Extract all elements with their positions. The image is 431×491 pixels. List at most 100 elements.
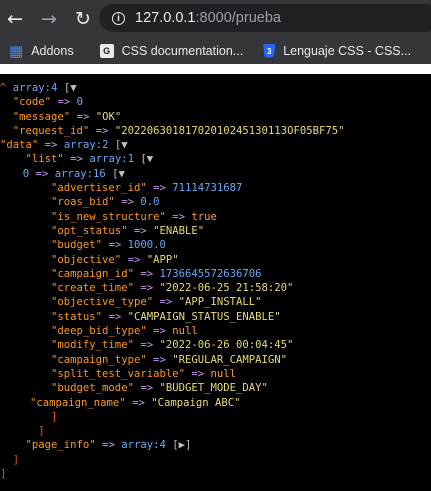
dump-row: "create_time" => "2022-06-25 21:58:20" [0,281,431,295]
type-page-info: array:4 [121,439,166,452]
arrow: => [108,310,122,323]
dump-row: ] [0,424,431,438]
arrow: => [159,296,173,309]
field-key: "objective_type" [51,296,154,309]
field-value: "APP_INSTALL" [178,296,262,309]
arrow: => [140,267,154,280]
bookmark-lenguaje-css[interactable]: 3 Lenguaje CSS - CSS... [263,44,411,58]
data-collapse-toggle[interactable]: [▼ [115,139,128,151]
field-value: "CAMPAIGN_STATUS_ENABLE" [127,310,281,323]
key-message: "message" [12,110,71,123]
page-info-expand-toggle[interactable]: [▶] [172,439,191,451]
field-key: "status" [51,310,103,323]
arrow: => [153,182,166,195]
dump-row: "campaign_id" => 1736645572636706 [0,267,431,281]
field-value: "APP" [146,253,179,266]
var-dump-output: ^ array:4 [▼ "code" => 0 "message" => "O… [0,74,431,491]
dump-row: "message" => "OK" [0,110,431,124]
browser-toolbar: ← → ↻ i 127.0.0.1:8000/prueba [0,0,431,38]
arrow: => [57,96,71,109]
field-value: null [172,325,198,338]
arrow: => [76,110,90,123]
dump-row: "advertiser_id" => 71114731687 [0,181,431,195]
field-value: "Campaign ABC" [151,396,241,409]
field-key: "create_time" [51,282,134,295]
dump-row: ] [0,410,431,424]
arrow: => [140,339,154,352]
key-index: 0 [22,167,30,180]
type-list: array:1 [89,153,134,166]
field-key: "deep_bid_type" [51,325,147,338]
dump-row: "page_info" => array:4 [▶] [0,438,431,452]
arrow: => [102,439,115,452]
back-arrow-icon[interactable]: ← [4,8,26,30]
key-list: "list" [25,153,64,166]
field-value: 71114731687 [172,182,243,195]
field-value: "BUDGET_MODE_DAY" [159,382,268,395]
dump-row: "request_id" => "20220630181702010245130… [0,124,431,138]
bookmark-css-documentation[interactable]: G CSS documentation... [99,44,244,58]
dump-row: "code" => 0 [0,95,431,109]
value-code: 0 [76,96,83,109]
field-value: true [191,210,217,223]
field-key: "campaign_id" [51,267,134,280]
arrow: => [35,167,49,180]
arrow: => [132,396,145,409]
root-collapse-toggle[interactable]: [▼ [64,82,77,94]
reload-icon[interactable]: ↻ [72,8,94,30]
bookmark-label: CSS documentation... [121,44,244,58]
arrow: => [121,196,134,209]
type-item: array:16 [54,167,106,180]
dump-row: "campaign_name" => "Campaign ABC" [0,396,431,410]
field-value: "2022-06-26 00:04:45" [159,339,294,352]
url-text[interactable]: 127.0.0.1:8000/prueba [135,10,281,26]
key-request-id: "request_id" [12,124,90,137]
field-value: "2022-06-25 21:58:20" [159,282,294,295]
css-favicon: G [99,44,114,58]
dump-row: "objective" => "APP" [0,253,431,267]
address-bar[interactable]: i 127.0.0.1:8000/prueba [99,4,431,32]
dump-row: ] [0,453,431,467]
dump-row: "is_new_structure" => true [0,210,431,224]
field-value: "REGULAR_CAMPAIGN" [172,353,288,366]
css3-favicon: 3 [263,44,276,58]
bookmark-label: Addons [31,44,74,58]
value-request-id: "20220630181702010245130113OF05BF75" [114,124,345,137]
arrow: => [127,253,141,266]
list-collapse-toggle[interactable]: [▼ [140,153,153,165]
bookmark-addons[interactable]: ▦ Addons [9,42,74,60]
caret-icon: ^ [0,82,13,94]
arrow: => [172,210,185,223]
field-value: 0.0 [140,196,160,209]
dump-row: "opt_status" => "ENABLE" [0,224,431,238]
root-type: array:4 [12,82,58,94]
bookmarks-bar: ▦ Addons G CSS documentation... 3 Lengua… [0,38,431,64]
forward-arrow-icon[interactable]: → [38,8,60,30]
field-value: 1000.0 [127,239,166,252]
field-key: "campaign_name" [30,396,126,409]
arrow: => [108,239,122,252]
item-collapse-toggle[interactable]: [▼ [112,168,125,180]
dump-row: "list" => array:1 [▼ [0,152,431,166]
close-bracket: ] [51,410,58,423]
field-key: "roas_bid" [51,196,115,209]
type-data: array:2 [63,139,109,152]
dump-row: "modify_time" => "2022-06-26 00:04:45" [0,338,431,352]
dump-row: 0 => array:16 [▼ [0,167,431,181]
page-top-strip [0,64,431,74]
dump-row: ] [0,467,431,481]
field-key: "budget" [51,239,103,252]
arrow: => [191,367,205,380]
field-key: "split_test_variable" [51,367,185,380]
field-key: "campaign_type" [51,353,147,366]
dump-root-line: ^ array:4 [▼ [0,81,431,95]
bookmark-label: Lenguaje CSS - CSS... [283,44,412,58]
field-value: 1736645572636706 [159,267,262,280]
field-key: "advertiser_id" [51,182,147,195]
site-info-icon[interactable]: i [112,11,125,25]
dump-row: "split_test_variable" => null [0,367,431,381]
arrow: => [44,139,58,152]
field-key: "modify_time" [51,339,134,352]
field-key: "opt_status" [51,224,128,237]
arrow: => [153,325,166,338]
